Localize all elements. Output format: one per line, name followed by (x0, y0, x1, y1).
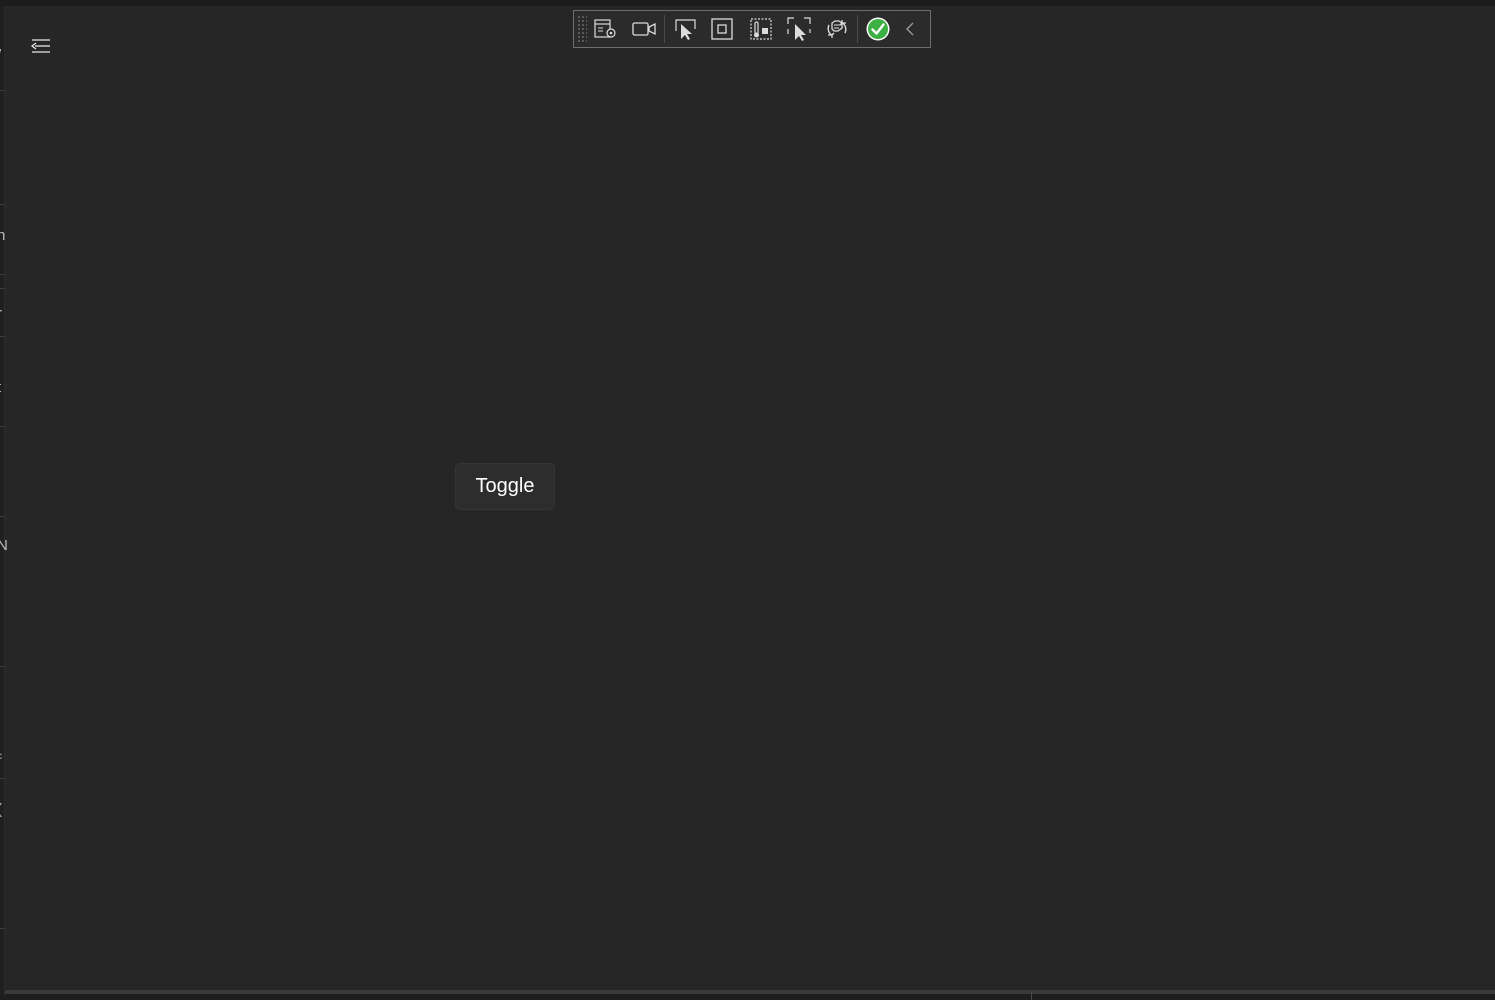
edge-glyph: t (0, 380, 1, 395)
toolbar-separator (857, 15, 858, 43)
hot-reload-button[interactable] (818, 11, 856, 47)
display-layout-adorners-button[interactable] (704, 11, 742, 47)
show-in-app-toolbar-video-icon (632, 22, 656, 36)
track-focus-icon (750, 18, 772, 40)
toolbar-separator (664, 15, 665, 43)
edge-glyph: c (0, 752, 2, 762)
edge-divider (0, 666, 5, 667)
track-focus-button[interactable] (742, 11, 780, 47)
edge-glyph: r (0, 306, 2, 321)
binding-failures-icon (787, 17, 811, 41)
edge-divider (0, 204, 5, 205)
hot-reload-icon (827, 20, 847, 38)
display-layout-adorners-icon (711, 18, 733, 40)
navigation-menu-button[interactable] (28, 34, 54, 58)
edge-glyph: ( (0, 802, 2, 817)
edge-divider (0, 778, 5, 779)
edge-divider (0, 426, 5, 427)
toggle-button[interactable]: Toggle (455, 463, 555, 510)
select-element-button[interactable] (666, 11, 704, 47)
edge-divider (0, 516, 5, 517)
status-button[interactable] (859, 11, 897, 47)
in-app-dev-toolbar (573, 10, 931, 48)
collapse-chevron-icon (906, 22, 914, 36)
edge-glyph: / (0, 48, 1, 63)
toggle-button-label: Toggle (475, 475, 535, 497)
left-edge-strip: / n r t r N c ( (0, 6, 8, 996)
status-ok-icon (866, 17, 890, 41)
hamburger-collapse-icon (30, 39, 50, 53)
binding-failures-button[interactable] (780, 11, 818, 47)
live-visual-tree-button[interactable] (587, 11, 625, 47)
edge-divider (0, 288, 5, 289)
edge-glyph: N (0, 537, 8, 554)
select-element-icon (675, 19, 696, 40)
go-to-live-visual-tree-icon (594, 19, 616, 38)
edge-glyph: n (0, 227, 6, 244)
edge-divider (0, 928, 5, 929)
edge-divider (0, 274, 5, 275)
toolbar-drag-grip[interactable] (577, 15, 587, 43)
collapse-toolbar-button[interactable] (897, 11, 923, 47)
app-window: / n r t r N c ( (0, 0, 1495, 1000)
show-toolbar-video-button[interactable] (625, 11, 663, 47)
edge-divider (0, 336, 5, 337)
window-edge-mark (1031, 992, 1032, 1000)
edge-divider (0, 90, 5, 91)
